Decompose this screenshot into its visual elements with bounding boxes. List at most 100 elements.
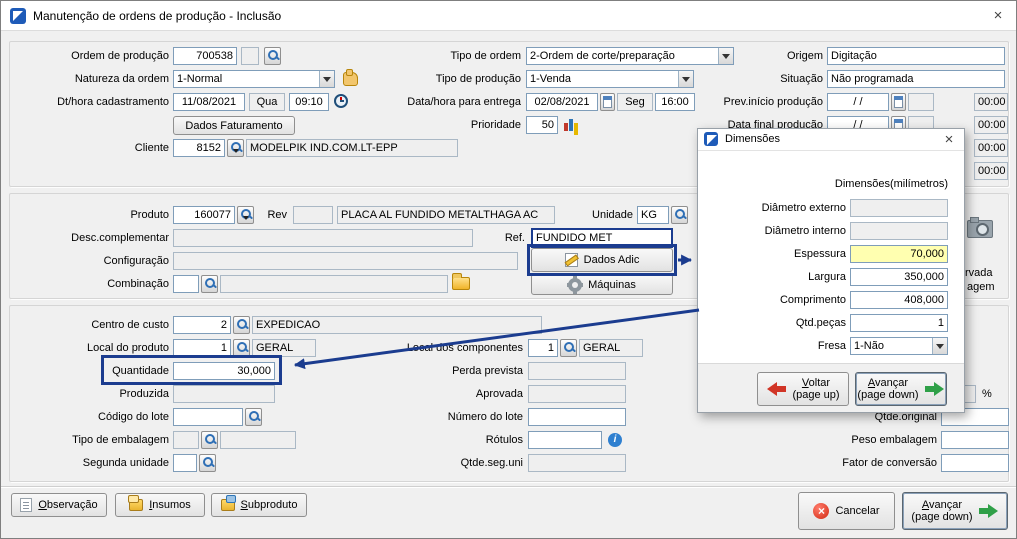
insumos-button[interactable]: Insumos [115,493,205,517]
folder-icon[interactable] [452,277,470,290]
dialog-avancar-button[interactable]: Avançar(page down) [855,372,947,406]
cliente-name-field: MODELPIK IND.COM.LT-EPP [246,139,458,157]
segunda-unidade-field[interactable] [173,454,197,472]
perda-prevista-field [528,362,626,380]
cliente-label: Cliente [9,139,169,157]
natureza-select[interactable]: 1-Normal [173,70,335,88]
unidade-search-button[interactable] [671,206,688,224]
centro-custo-field[interactable]: 2 [173,316,231,334]
titlebar: Manutenção de ordens de produção - Inclu… [1,1,1016,31]
codigo-lote-search-button[interactable] [245,408,262,426]
subproduto-button[interactable]: Subproduto [211,493,307,517]
prev-inicio-date-field[interactable]: / / [827,93,889,111]
dimensoes-header: Dimensões(milímetros) [756,175,948,193]
perda-prevista-label: Perda prevista [363,362,523,380]
rotulos-field[interactable] [528,431,602,449]
observacao-button[interactable]: Observação [11,493,107,517]
produto-name-field: PLACA AL FUNDIDO METALTHAGA AC [337,206,555,224]
largura-label: Largura [706,268,846,286]
peso-embalagem-field[interactable] [941,431,1009,449]
codigo-lote-label: Código do lote [9,408,169,426]
cliente-search-button[interactable] [227,139,244,157]
cadastro-date-field[interactable]: 11/08/2021 [173,93,245,111]
local-produto-field[interactable]: 1 [173,339,231,357]
quantidade-field[interactable]: 30,000 [173,362,275,380]
unidade-label: Unidade [557,206,633,224]
avancar-button[interactable]: Avançar(page down) [902,492,1008,530]
segunda-unidade-search-button[interactable] [199,454,216,472]
ref-label: Ref. [457,229,525,247]
local-componentes-search-button[interactable] [560,339,577,357]
largura-field[interactable]: 350,000 [850,268,948,286]
insumos-icon [129,499,143,511]
calendar-icon[interactable] [891,93,906,111]
voltar-button[interactable]: Voltar(page up) [757,372,849,406]
comprimento-label: Comprimento [706,291,846,309]
time-field-4: 00:00 [974,162,1008,180]
numero-lote-field[interactable] [528,408,626,426]
entrega-time-field[interactable]: 16:00 [655,93,695,111]
tipo-producao-select[interactable]: 1-Venda [526,70,694,88]
cancelar-button[interactable]: Cancelar [798,492,895,530]
fresa-select[interactable]: 1-Não [850,337,948,355]
qtd-pecas-field[interactable]: 1 [850,314,948,332]
diametro-interno-label: Diâmetro interno [706,222,846,240]
centro-custo-name-field: EXPEDICAO [252,316,542,334]
fator-conversao-field[interactable] [941,454,1009,472]
green-arrow-right-icon [925,382,945,396]
qtd-pecas-label: Qtd.peças [706,314,846,332]
chevron-down-icon[interactable] [319,71,334,87]
dados-adic-button[interactable]: Dados Adic [531,248,673,272]
quantidade-label: Quantidade [9,362,169,380]
cadastro-time-field[interactable]: 09:10 [289,93,329,111]
gear-icon [568,278,582,292]
tipo-embalagem-search-button[interactable] [201,431,218,449]
produzida-label: Produzida [9,385,169,403]
chevron-down-icon [233,149,239,156]
desc-field [173,229,473,247]
chevron-down-icon[interactable] [932,338,947,354]
prioridade-field[interactable]: 50 [526,116,558,134]
calendar-icon[interactable] [600,93,615,111]
prev-inicio-label: Prev.início produção [691,93,823,111]
tipo-embalagem-name-field [220,431,296,449]
cadastro-label: Dt/hora cadastramento [9,93,169,111]
local-produto-search-button[interactable] [233,339,250,357]
entrega-date-field[interactable]: 02/08/2021 [526,93,598,111]
ordem-label: Ordem de produção [9,47,169,65]
natureza-label: Natureza da ordem [9,70,169,88]
codigo-lote-field[interactable] [173,408,243,426]
thumbs-up-icon [343,72,358,86]
ordem-search-button[interactable] [264,47,281,65]
desc-label: Desc.complementar [9,229,169,247]
centro-custo-search-button[interactable] [233,316,250,334]
comprimento-field[interactable]: 408,000 [850,291,948,309]
imagem-label-fragment: agem [967,278,995,296]
configuracao-label: Configuração [9,252,169,270]
local-produto-label: Local do produto [9,339,169,357]
app-icon [704,132,718,146]
red-arrow-left-icon [766,382,786,396]
window-title: Manutenção de ordens de produção - Inclu… [33,9,281,23]
configuracao-field [173,252,518,270]
local-componentes-label: Local dos componentes [363,339,523,357]
combinacao-field[interactable] [173,275,199,293]
dados-faturamento-button[interactable]: Dados Faturamento [173,116,295,135]
cliente-code-field[interactable]: 8152 [173,139,225,157]
maquinas-button[interactable]: Máquinas [531,274,673,295]
info-icon[interactable] [608,433,622,447]
fator-conversao-label: Fator de conversão [777,454,937,472]
ref-field[interactable]: FUNDIDO MET [531,228,673,248]
situacao-label: Situação [691,70,823,88]
qtde-seg-uni-field [528,454,626,472]
note-icon [20,498,32,512]
camera-icon [967,220,993,238]
ordem-field[interactable]: 700538 [173,47,237,65]
combinacao-search-button[interactable] [201,275,218,293]
close-icon[interactable]: × [939,130,959,150]
unidade-field[interactable]: KG [637,206,669,224]
local-componentes-field[interactable]: 1 [528,339,558,357]
espessura-field[interactable]: 70,000 [850,245,948,263]
close-icon[interactable]: × [988,6,1008,26]
produto-field[interactable]: 160077 [173,206,235,224]
